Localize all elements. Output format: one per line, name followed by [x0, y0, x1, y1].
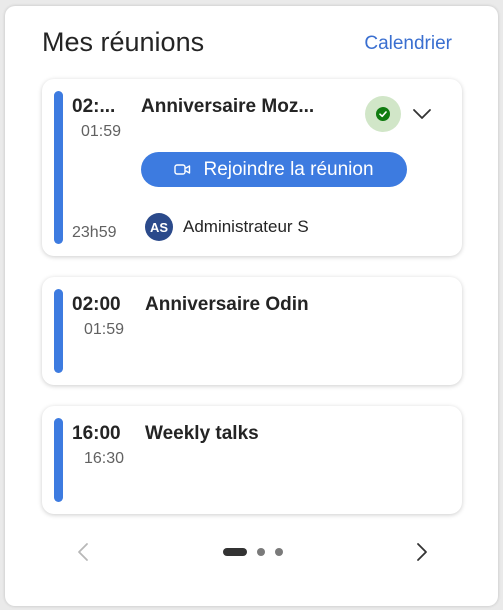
- pagination-dots: [223, 547, 293, 557]
- pagination-dot-3[interactable]: [275, 548, 283, 556]
- pagination-dot-2[interactable]: [257, 548, 265, 556]
- meeting-end-time: 01:59: [81, 123, 122, 140]
- meeting-card-2[interactable]: 02:00 01:59 Anniversaire Odin: [42, 277, 462, 385]
- meeting-card-3[interactable]: 16:00 16:30 Weekly talks: [42, 406, 462, 514]
- meeting-title: Weekly talks: [145, 423, 259, 444]
- chevron-left-icon[interactable]: [76, 542, 90, 562]
- meeting-card-1[interactable]: 02:... 01:59 Anniversaire Moz... Rejoind…: [42, 79, 462, 256]
- meeting-end-time: 01:59: [84, 321, 125, 338]
- meeting-duration: 23h59: [72, 224, 117, 241]
- join-meeting-label: Rejoindre la réunion: [203, 158, 374, 180]
- meeting-start-time: 02:00: [72, 294, 121, 315]
- chevron-down-icon[interactable]: [412, 107, 432, 121]
- join-meeting-button[interactable]: Rejoindre la réunion: [141, 152, 407, 187]
- status-badge: [365, 96, 401, 132]
- organizer-name: Administrateur S: [183, 217, 309, 236]
- calendar-link[interactable]: Calendrier: [364, 33, 452, 55]
- meeting-title: Anniversaire Odin: [145, 294, 309, 315]
- meeting-accent-bar: [54, 91, 63, 244]
- pagination-dot-1[interactable]: [223, 548, 247, 556]
- page-title: Mes réunions: [42, 27, 205, 57]
- meeting-title: Anniversaire Moz...: [141, 96, 315, 117]
- video-camera-icon: [174, 164, 191, 175]
- avatar: AS: [145, 213, 173, 241]
- meetings-panel: Mes réunions Calendrier 02:... 01:59 Ann…: [5, 6, 498, 606]
- panel-header: Mes réunions Calendrier: [5, 6, 498, 76]
- meeting-start-time: 16:00: [72, 423, 121, 444]
- chevron-right-icon[interactable]: [415, 542, 429, 562]
- meeting-accent-bar: [54, 418, 63, 502]
- meeting-end-time: 16:30: [84, 450, 125, 467]
- checkmark-icon: [376, 107, 390, 121]
- meeting-accent-bar: [54, 289, 63, 373]
- meeting-start-time: 02:...: [72, 96, 116, 117]
